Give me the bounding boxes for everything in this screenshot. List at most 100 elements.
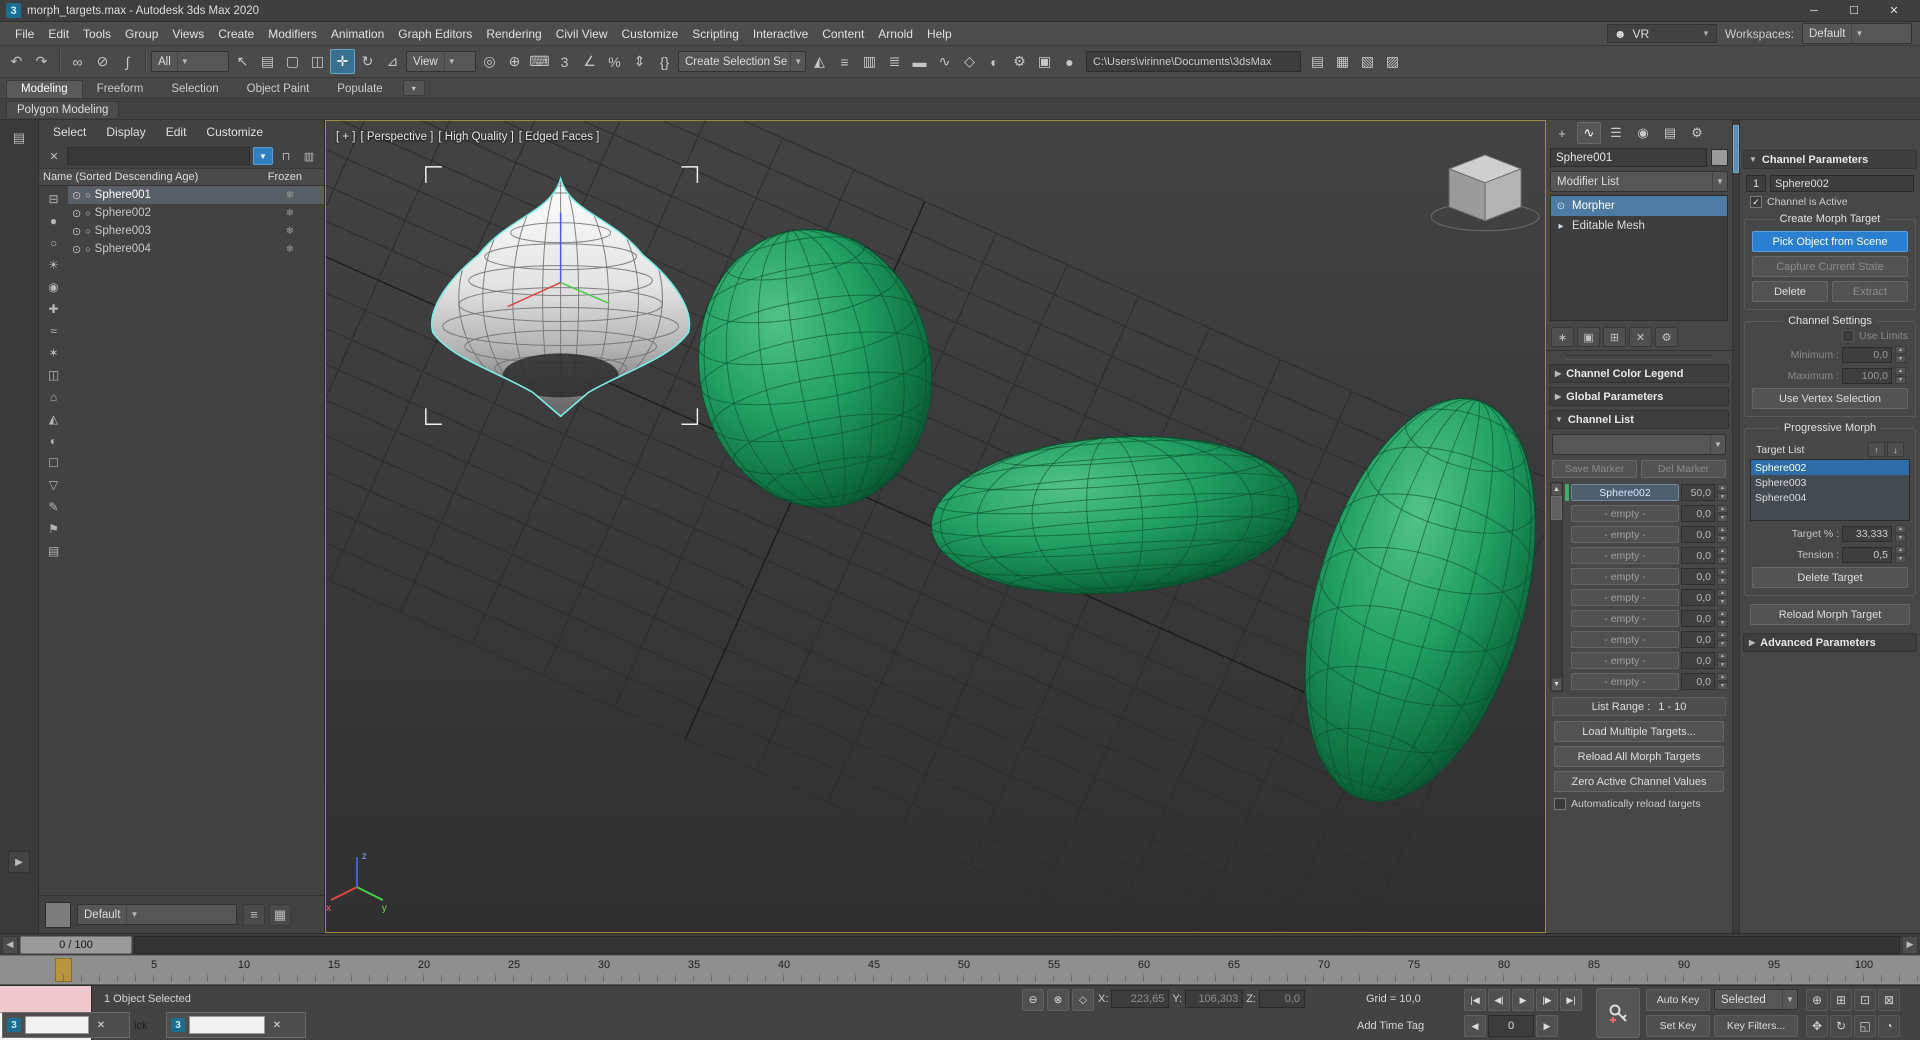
display-frozen-icon[interactable]: ☐: [43, 452, 65, 474]
ribbon-tab[interactable]: Modeling: [6, 80, 83, 98]
auto-key-button[interactable]: Auto Key: [1646, 989, 1710, 1011]
channel-name-button[interactable]: - empty -: [1571, 526, 1679, 543]
previous-frame-arrow[interactable]: ◀: [2, 936, 18, 954]
frozen-state-icon[interactable]: ❄: [286, 190, 294, 201]
channel-name-button[interactable]: - empty -: [1571, 652, 1679, 669]
viewport-layout-tabs-icon[interactable]: ▤: [7, 126, 31, 150]
explorer-menu[interactable]: Select: [45, 124, 94, 140]
rollout-channel-list[interactable]: ▼Channel List: [1549, 410, 1729, 429]
target-list-item[interactable]: Sphere004: [1751, 490, 1909, 505]
perspective-viewport[interactable]: [ + ] [ Perspective ] [ High Quality ] […: [325, 120, 1546, 933]
display-mode-icon[interactable]: ≡: [243, 904, 265, 926]
channel-value-field[interactable]: 0,0: [1681, 589, 1715, 606]
display-geometry-icon[interactable]: ●: [43, 210, 65, 232]
channel-name-field[interactable]: Sphere002: [1770, 175, 1914, 192]
channel-value-spinner[interactable]: ▲▼: [1717, 526, 1728, 543]
select-and-link-icon[interactable]: ∞: [65, 49, 90, 74]
channel-value-spinner[interactable]: ▲▼: [1717, 568, 1728, 585]
display-space-warps-icon[interactable]: ≈: [43, 320, 65, 342]
selection-lock-toggle-icon[interactable]: ⊗: [1047, 989, 1069, 1011]
rollout-advanced-parameters[interactable]: ▶Advanced Parameters: [1743, 633, 1917, 652]
maximize-viewport-icon[interactable]: ◱: [1854, 1015, 1876, 1037]
previous-frame-button[interactable]: ◀|: [1488, 989, 1510, 1011]
move-target-up-button[interactable]: ↑: [1868, 442, 1885, 457]
viewport-canvas[interactable]: z x y: [326, 121, 1545, 932]
object-name[interactable]: Sphere003: [95, 225, 151, 237]
channel-list-scrollbar[interactable]: ▲ ▼: [1550, 482, 1563, 692]
display-hidden-icon[interactable]: ▽: [43, 474, 65, 496]
z-coord-field[interactable]: 0,0: [1259, 990, 1305, 1008]
channel-name-button[interactable]: - empty -: [1571, 589, 1679, 606]
close-preview-button[interactable]: ✕: [269, 1017, 285, 1033]
previous-key-button[interactable]: ◀: [1464, 1015, 1486, 1037]
menu-item[interactable]: Graph Editors: [391, 25, 479, 43]
layer-explorer-toggle-icon[interactable]: ≣: [882, 49, 907, 74]
schematic-view-icon[interactable]: ◇: [957, 49, 982, 74]
track-bar[interactable]: 0510152025303540455055606570758085909510…: [0, 955, 1920, 985]
channel-name-button[interactable]: - empty -: [1571, 505, 1679, 522]
menu-item[interactable]: Rendering: [479, 25, 548, 43]
channel-name-button[interactable]: - empty -: [1571, 673, 1679, 690]
menu-item[interactable]: Customize: [615, 25, 686, 43]
ribbon-config-icon[interactable]: ▾: [403, 80, 425, 96]
undo-icon[interactable]: ↶: [4, 49, 29, 74]
isolate-selection-toggle-icon[interactable]: ⊖: [1022, 989, 1044, 1011]
x-coord-field[interactable]: 223,65: [1111, 990, 1169, 1008]
scrollbar-thumb[interactable]: [1733, 125, 1739, 173]
add-time-tag[interactable]: Add Time Tag: [1357, 1020, 1424, 1032]
modifier-stack-entry[interactable]: ⊙ Morpher: [1551, 196, 1727, 216]
frozen-state-icon[interactable]: ❄: [286, 244, 294, 255]
visibility-eye-icon[interactable]: ⊙: [72, 243, 81, 256]
spinner-snap-icon[interactable]: ⇕: [627, 49, 652, 74]
channel-name-button[interactable]: - empty -: [1571, 547, 1679, 564]
channel-value-field[interactable]: 0,0: [1681, 547, 1715, 564]
target-percent-field[interactable]: 33,333: [1842, 526, 1892, 542]
zoom-region-icon[interactable]: ⊠: [1878, 989, 1900, 1011]
visibility-eye-icon[interactable]: ⊙: [72, 207, 81, 220]
ribbon-tab[interactable]: Freeform: [83, 81, 158, 98]
ribbon-tab[interactable]: Selection: [157, 81, 232, 98]
motion-tab-icon[interactable]: ◉: [1631, 122, 1655, 144]
scene-object-row[interactable]: ⊙ ○ Sphere003 ❄: [68, 222, 324, 240]
menu-item[interactable]: Help: [920, 25, 959, 43]
next-frame-button[interactable]: |▶: [1536, 989, 1558, 1011]
3dsmax-logo-icon[interactable]: 3: [6, 3, 21, 18]
ribbon-tab[interactable]: Populate: [323, 81, 396, 98]
menu-item[interactable]: Tools: [76, 25, 118, 43]
window-crossing-icon[interactable]: ◫: [305, 49, 330, 74]
named-selection-set-combo[interactable]: Create Selection Se▼: [678, 51, 806, 72]
redo-icon[interactable]: ↷: [29, 49, 54, 74]
display-containers-icon[interactable]: ⌂: [43, 386, 65, 408]
explorer-menu[interactable]: Display: [98, 124, 153, 140]
menu-item[interactable]: Content: [815, 25, 871, 43]
zero-active-channel-values-button[interactable]: Zero Active Channel Values: [1554, 771, 1724, 792]
render-production-icon[interactable]: ●: [1057, 49, 1082, 74]
toolbar-extra-icon-2[interactable]: ▦: [1330, 49, 1355, 74]
set-keys-button[interactable]: [1596, 988, 1640, 1038]
percent-snap-icon[interactable]: %: [602, 49, 627, 74]
toolbar-extra-icon-4[interactable]: ▨: [1380, 49, 1405, 74]
channel-value-spinner[interactable]: ▲▼: [1717, 505, 1728, 522]
display-helpers-icon[interactable]: ✚: [43, 298, 65, 320]
menu-item[interactable]: Civil View: [549, 25, 615, 43]
selected-object-sphere001[interactable]: [426, 167, 698, 424]
align-icon[interactable]: ≡: [832, 49, 857, 74]
object-name-field[interactable]: Sphere001: [1550, 148, 1707, 167]
explorer-menu[interactable]: Customize: [198, 124, 271, 140]
pan-icon[interactable]: ✥: [1806, 1015, 1828, 1037]
channel-value-field[interactable]: 0,0: [1681, 505, 1715, 522]
display-xrefs-icon[interactable]: ◭: [43, 408, 65, 430]
create-tab-icon[interactable]: +: [1550, 122, 1574, 144]
maximize-button[interactable]: ☐: [1834, 0, 1874, 21]
target-list-item[interactable]: Sphere003: [1751, 475, 1909, 490]
tension-spinner[interactable]: ▲▼: [1895, 546, 1906, 563]
delete-target-button[interactable]: Delete Target: [1752, 567, 1908, 588]
channel-value-spinner[interactable]: ▲▼: [1717, 547, 1728, 564]
taskbar-window-preview[interactable]: 3 ✕: [2, 1012, 130, 1038]
scene-object-row[interactable]: ⊙ ○ Sphere004 ❄: [68, 240, 324, 258]
object-color-swatch[interactable]: [1711, 149, 1728, 166]
ribbon-toggle-icon[interactable]: ▬: [907, 49, 932, 74]
explorer-column-header[interactable]: Name (Sorted Descending Age) Frozen: [39, 168, 324, 186]
y-coord-field[interactable]: 106,303: [1185, 990, 1243, 1008]
play-button[interactable]: ▶: [1512, 989, 1534, 1011]
